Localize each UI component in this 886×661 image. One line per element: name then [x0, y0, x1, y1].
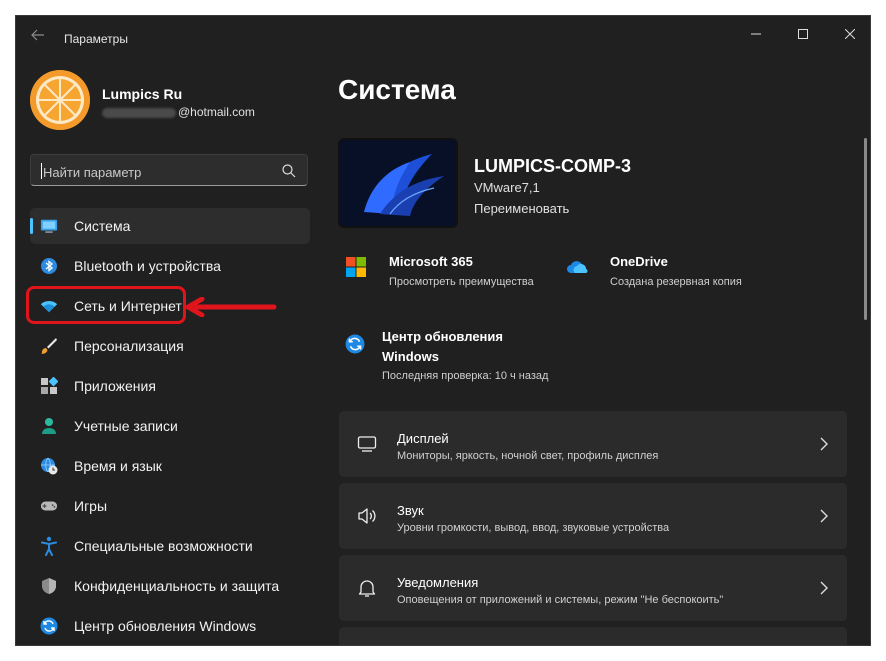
card-title: Звук — [397, 503, 424, 518]
update-icon — [345, 334, 365, 354]
card-title: Уведомления — [397, 575, 479, 590]
scrollbar[interactable] — [864, 138, 867, 320]
sidebar-item-label: Учетные записи — [74, 418, 178, 434]
maximize-button[interactable] — [783, 22, 823, 46]
accessibility-icon — [40, 536, 58, 556]
card-partial[interactable] — [339, 627, 847, 645]
tile-title: Центр обновления Windows — [382, 329, 503, 364]
sidebar-item-system[interactable]: Система — [30, 208, 310, 244]
profile-email: @hotmail.com — [102, 105, 255, 119]
sidebar-nav: Система Bluetooth и устройства Сеть и Ин… — [30, 208, 310, 645]
account-icon — [40, 417, 58, 435]
settings-window: Параметры Lumpics Ru @hotmail.com Найти … — [16, 16, 870, 645]
title-bar: Параметры — [16, 16, 870, 56]
tile-subtitle: Создана резервная копия — [610, 276, 742, 288]
device-wallpaper-thumbnail — [338, 138, 458, 228]
sidebar-item-label: Специальные возможности — [74, 538, 253, 554]
search-input[interactable] — [41, 161, 275, 183]
bell-icon — [358, 580, 376, 597]
sidebar-item-accounts[interactable]: Учетные записи — [30, 408, 310, 444]
annotation-arrow-icon — [185, 297, 277, 317]
text-cursor — [41, 163, 42, 179]
minimize-icon — [751, 33, 761, 35]
microsoft-icon — [346, 257, 366, 277]
card-subtitle: Мониторы, яркость, ночной свет, профиль … — [397, 450, 659, 462]
page-title: Система — [338, 74, 456, 105]
tile-title: Microsoft 365 — [389, 254, 473, 269]
orange-slice-icon — [30, 70, 90, 130]
settings-cards: Дисплей Мониторы, яркость, ночной свет, … — [339, 411, 847, 645]
close-icon — [845, 29, 855, 39]
tile-title: OneDrive — [610, 254, 668, 269]
device-model: VMware7,1 — [474, 180, 540, 195]
card-subtitle: Уровни громкости, вывод, ввод, звуковые … — [397, 522, 670, 534]
sidebar-item-label: Центр обновления Windows — [74, 618, 257, 634]
sidebar-item-label: Персонализация — [74, 338, 184, 354]
bluetooth-icon — [40, 257, 58, 275]
close-button[interactable] — [830, 22, 870, 46]
sidebar-item-bluetooth[interactable]: Bluetooth и устройства — [30, 248, 310, 284]
sidebar-item-personalization[interactable]: Персонализация — [30, 328, 310, 364]
sidebar-item-accessibility[interactable]: Специальные возможности — [30, 528, 310, 564]
email-redaction — [102, 107, 176, 118]
tile-subtitle: Последняя проверка: 10 ч назад — [382, 370, 549, 382]
chevron-right-icon — [820, 437, 828, 451]
device-name: LUMPICS-COMP-3 — [474, 156, 631, 176]
avatar[interactable] — [30, 70, 90, 130]
cloud-icon — [567, 261, 588, 274]
annotation-highlight — [26, 286, 186, 324]
back-arrow-icon — [31, 29, 44, 41]
tile-subtitle: Просмотреть преимущества — [389, 276, 534, 288]
sidebar-item-label: Система — [74, 218, 131, 234]
sidebar-item-privacy[interactable]: Конфиденциальность и защита — [30, 568, 310, 604]
shield-icon — [40, 577, 58, 595]
chevron-right-icon — [820, 581, 828, 595]
email-suffix: @hotmail.com — [178, 105, 255, 119]
back-button[interactable] — [28, 28, 48, 48]
card-title: Дисплей — [397, 431, 449, 446]
windows-bloom-icon — [340, 140, 456, 226]
search-box[interactable] — [30, 154, 308, 186]
app-title: Параметры — [64, 32, 128, 46]
sidebar-item-gaming[interactable]: Игры — [30, 488, 310, 524]
sidebar-item-label: Приложения — [74, 378, 156, 394]
card-sound[interactable]: Звук Уровни громкости, вывод, ввод, звук… — [339, 483, 847, 549]
maximize-icon — [798, 29, 808, 39]
card-notifications[interactable]: Уведомления Оповещения от приложений и с… — [339, 555, 847, 621]
update-icon — [40, 617, 58, 635]
profile-name: Lumpics Ru — [102, 86, 183, 102]
sidebar-item-label: Конфиденциальность и защита — [74, 578, 280, 594]
sidebar-item-apps[interactable]: Приложения — [30, 368, 310, 404]
sidebar-item-windows-update[interactable]: Центр обновления Windows — [30, 608, 310, 644]
search-icon[interactable] — [281, 163, 297, 179]
sidebar-item-label: Время и язык — [74, 458, 162, 474]
card-display[interactable]: Дисплей Мониторы, яркость, ночной свет, … — [339, 411, 847, 477]
gamepad-icon — [40, 497, 58, 515]
sidebar-item-label: Игры — [74, 498, 108, 514]
monitor-icon — [357, 436, 377, 452]
brush-icon — [40, 337, 58, 355]
sidebar-item-label: Bluetooth и устройства — [74, 258, 221, 274]
minimize-button[interactable] — [736, 22, 776, 46]
speaker-icon — [358, 508, 376, 524]
chevron-right-icon — [820, 509, 828, 523]
system-icon — [40, 217, 58, 235]
apps-icon — [40, 377, 58, 395]
rename-link[interactable]: Переименовать — [474, 201, 569, 216]
globe-clock-icon — [40, 457, 58, 475]
card-subtitle: Оповещения от приложений и системы, режи… — [397, 594, 724, 606]
sidebar-item-time-language[interactable]: Время и язык — [30, 448, 310, 484]
